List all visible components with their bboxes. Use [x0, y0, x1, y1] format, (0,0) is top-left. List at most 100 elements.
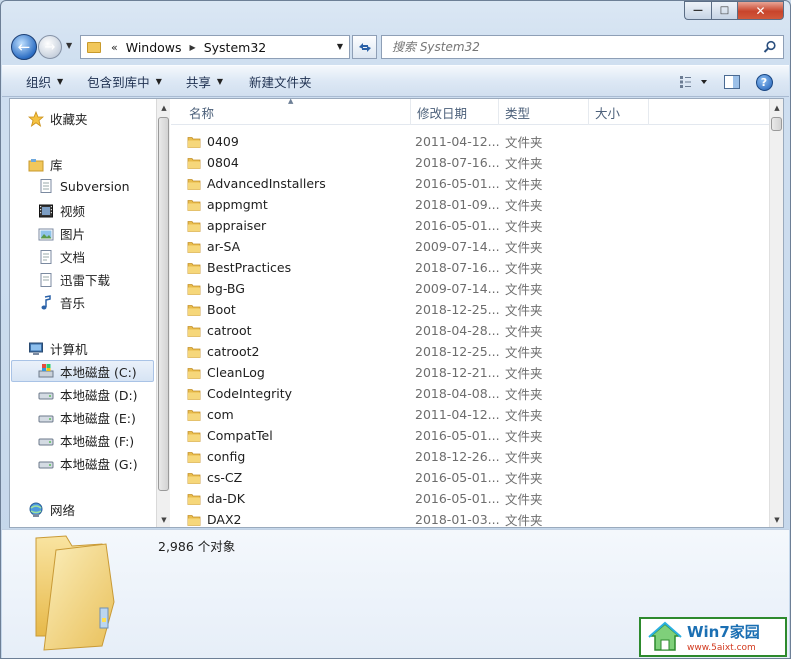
computer-icon: [28, 341, 44, 357]
scroll-up-arrow-icon[interactable]: ▲: [157, 101, 171, 115]
file-date: 2009-07-14...: [415, 239, 500, 254]
maximize-button[interactable]: □: [711, 1, 737, 20]
network-icon: [28, 502, 44, 518]
file-row[interactable]: AdvancedInstallers 2016-05-01... 文件夹: [185, 173, 765, 194]
nav-library-music[interactable]: 音乐: [38, 293, 85, 312]
breadcrumb-system32[interactable]: System32: [204, 40, 267, 55]
nav-library-videos[interactable]: 视频: [38, 201, 85, 220]
house-logo-icon: [648, 621, 682, 651]
file-type: 文件夹: [505, 303, 543, 318]
view-list-icon: [680, 76, 707, 88]
file-row[interactable]: ar-SA 2009-07-14... 文件夹: [185, 236, 765, 257]
search-input[interactable]: [392, 40, 752, 54]
file-row[interactable]: CodeIntegrity 2018-04-08... 文件夹: [185, 383, 765, 404]
column-header-type[interactable]: 类型: [499, 99, 589, 125]
nav-network[interactable]: 网络: [28, 500, 75, 519]
watermark-url: www.5aixt.com: [687, 643, 756, 653]
nav-drive-e[interactable]: 本地磁盘 (E:): [38, 408, 136, 427]
nav-drive-f[interactable]: 本地磁盘 (F:): [38, 431, 134, 450]
forward-button[interactable]: →: [38, 35, 62, 59]
large-folder-icon: [35, 535, 115, 651]
refresh-button[interactable]: [352, 35, 377, 59]
column-header-name[interactable]: 名称: [183, 99, 411, 125]
navigation-pane-scrollbar[interactable]: ▲ ▼: [156, 99, 170, 527]
file-row[interactable]: 0409 2011-04-12... 文件夹: [185, 131, 765, 152]
file-row[interactable]: BestPractices 2018-07-16... 文件夹: [185, 257, 765, 278]
watermark-title: Win7家园: [687, 623, 760, 641]
file-date: 2018-12-25...: [415, 302, 500, 317]
file-row[interactable]: DAX2 2018-01-03... 文件夹: [185, 509, 765, 530]
folder-icon: [187, 367, 201, 379]
nav-computer[interactable]: 计算机: [28, 339, 88, 358]
new-folder-button[interactable]: 新建文件夹: [241, 69, 320, 93]
minimize-button[interactable]: —: [684, 1, 711, 20]
file-type: 文件夹: [505, 156, 543, 171]
video-icon: [38, 203, 54, 219]
nav-library-documents[interactable]: 文档: [38, 247, 85, 266]
include-in-library-button[interactable]: 包含到库中 ▼: [79, 69, 170, 93]
file-date: 2018-12-26...: [415, 449, 500, 464]
column-header-size[interactable]: 大小: [589, 99, 649, 125]
file-row[interactable]: bg-BG 2009-07-14... 文件夹: [185, 278, 765, 299]
file-type: 文件夹: [505, 240, 543, 255]
scrollbar-thumb[interactable]: [158, 117, 169, 491]
search-icon[interactable]: [763, 40, 777, 54]
star-icon: [28, 110, 44, 127]
nav-library-label: 迅雷下载: [60, 273, 111, 288]
file-name: com: [207, 407, 234, 422]
music-note-icon: [38, 294, 54, 311]
file-row[interactable]: CompatTel 2016-05-01... 文件夹: [185, 425, 765, 446]
file-row[interactable]: CleanLog 2018-12-21... 文件夹: [185, 362, 765, 383]
scroll-down-arrow-icon[interactable]: ▼: [770, 513, 784, 527]
nav-drive-c[interactable]: 本地磁盘 (C:): [11, 360, 154, 382]
nav-library-downloads[interactable]: 迅雷下载: [38, 270, 110, 289]
scroll-up-arrow-icon[interactable]: ▲: [770, 101, 784, 115]
navigation-bar: ← → ▼ « Windows ▶ System32 ▼: [9, 32, 784, 62]
file-name: appmgmt: [207, 197, 268, 212]
file-row[interactable]: appraiser 2016-05-01... 文件夹: [185, 215, 765, 236]
file-name: BestPractices: [207, 260, 292, 275]
breadcrumb-windows[interactable]: Windows: [126, 40, 182, 55]
nav-library-subversion[interactable]: Subversion: [38, 178, 130, 194]
file-date: 2018-01-03...: [415, 512, 500, 527]
preview-pane-button[interactable]: [719, 70, 745, 94]
nav-libraries[interactable]: 库: [28, 155, 63, 174]
content-area: 收藏夹 库 Subversion 视频 图片 文档 迅雷下载 音乐 计算机 本地…: [9, 97, 784, 530]
column-header-date[interactable]: 修改日期: [411, 99, 499, 125]
scroll-down-arrow-icon[interactable]: ▼: [157, 513, 171, 527]
file-row[interactable]: cs-CZ 2016-05-01... 文件夹: [185, 467, 765, 488]
file-row[interactable]: config 2018-12-26... 文件夹: [185, 446, 765, 467]
organize-button[interactable]: 组织 ▼: [18, 69, 71, 93]
file-name: CompatTel: [207, 428, 273, 443]
file-list-scrollbar[interactable]: ▲ ▼: [769, 99, 783, 527]
search-box[interactable]: [381, 35, 784, 59]
nav-favorites[interactable]: 收藏夹: [28, 109, 88, 128]
file-row[interactable]: Boot 2018-12-25... 文件夹: [185, 299, 765, 320]
breadcrumb-overflow[interactable]: «: [111, 41, 118, 54]
recent-pages-dropdown-icon[interactable]: ▼: [66, 41, 72, 50]
change-view-button[interactable]: [675, 70, 713, 94]
file-row[interactable]: da-DK 2016-05-01... 文件夹: [185, 488, 765, 509]
scrollbar-thumb[interactable]: [771, 117, 782, 131]
file-row[interactable]: appmgmt 2018-01-09... 文件夹: [185, 194, 765, 215]
back-button[interactable]: ←: [11, 34, 37, 60]
folder-icon: [187, 514, 201, 526]
file-row[interactable]: 0804 2018-07-16... 文件夹: [185, 152, 765, 173]
file-name: da-DK: [207, 491, 245, 506]
nav-library-pictures[interactable]: 图片: [38, 224, 85, 243]
share-button[interactable]: 共享 ▼: [178, 69, 231, 93]
close-button[interactable]: ✕: [737, 1, 784, 20]
address-bar[interactable]: « Windows ▶ System32 ▼: [80, 35, 350, 59]
file-row[interactable]: catroot 2018-04-28... 文件夹: [185, 320, 765, 341]
nav-drive-g[interactable]: 本地磁盘 (G:): [38, 454, 138, 473]
file-name: appraiser: [207, 218, 267, 233]
file-type: 文件夹: [505, 366, 543, 381]
file-row[interactable]: com 2011-04-12... 文件夹: [185, 404, 765, 425]
breadcrumb-chevron-icon[interactable]: ▶: [190, 43, 196, 52]
site-watermark: Win7家园 www.5aixt.com: [639, 617, 787, 657]
address-dropdown-icon[interactable]: ▼: [337, 42, 343, 51]
nav-drive-d[interactable]: 本地磁盘 (D:): [38, 385, 138, 404]
help-button[interactable]: ?: [751, 70, 777, 94]
file-row[interactable]: catroot2 2018-12-25... 文件夹: [185, 341, 765, 362]
nav-drive-label: 本地磁盘 (E:): [60, 411, 136, 426]
